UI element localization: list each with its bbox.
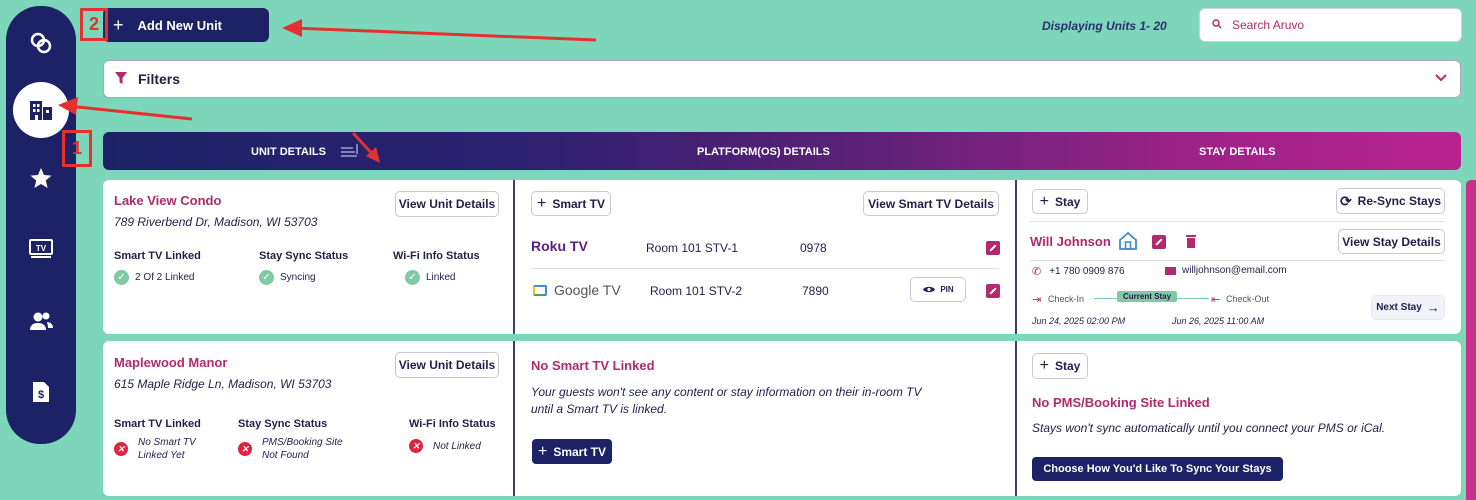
annotation-arrows — [58, 19, 597, 163]
